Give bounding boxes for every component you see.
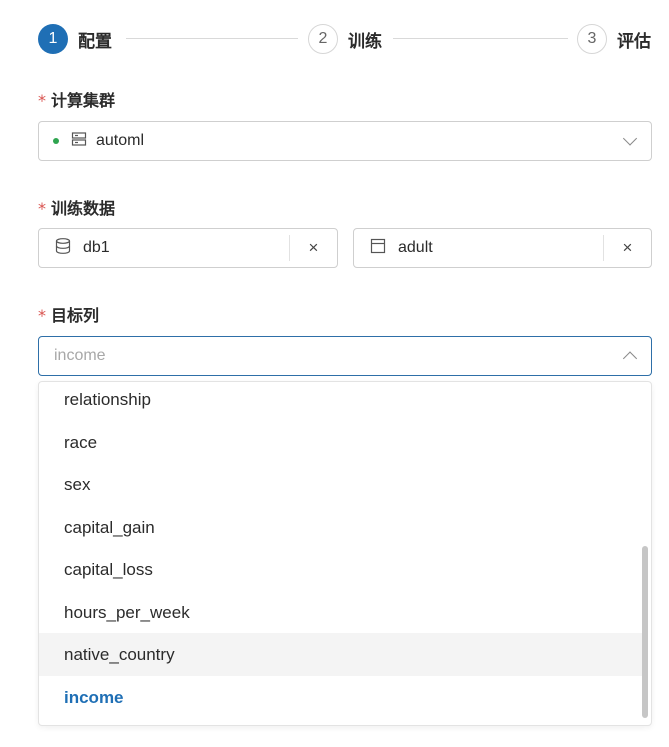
cluster-value: automl [96, 132, 145, 149]
option-sex[interactable]: sex [39, 463, 643, 506]
chevron-down-icon[interactable] [622, 131, 638, 146]
target-label: * 目标列 [38, 302, 99, 326]
option-race[interactable]: race [39, 421, 643, 464]
table-value: adult [398, 239, 433, 256]
server-icon [71, 131, 87, 152]
clear-icon[interactable]: × [289, 235, 337, 261]
option-native-country[interactable]: native_country [39, 633, 643, 676]
step-connector [126, 38, 298, 39]
training-data-label: * 训练数据 [38, 195, 115, 219]
stepper: 1 配置 2 训练 3 评估 [38, 24, 652, 54]
required-mark: * [38, 306, 46, 325]
step-config[interactable]: 1 配置 [38, 24, 112, 54]
target-label-text: 目标列 [51, 306, 100, 325]
clear-icon[interactable]: × [603, 235, 651, 261]
option-income[interactable]: income [39, 676, 643, 719]
database-select[interactable]: db1 × [38, 228, 338, 268]
step-label: 训练 [348, 31, 382, 52]
option-relationship[interactable]: relationship [39, 382, 643, 421]
chevron-up-icon[interactable] [622, 351, 638, 366]
step-evaluate[interactable]: 3 评估 [577, 24, 651, 54]
dropdown-scrollbar[interactable] [642, 546, 648, 718]
required-mark: * [38, 199, 46, 218]
step-connector [393, 38, 568, 39]
option-capital-gain[interactable]: capital_gain [39, 506, 643, 549]
option-capital-loss[interactable]: capital_loss [39, 548, 643, 591]
step-label: 评估 [617, 31, 651, 52]
database-value: db1 [83, 239, 110, 256]
step-number: 2 [308, 24, 338, 54]
step-train[interactable]: 2 训练 [308, 24, 382, 54]
database-icon [54, 237, 72, 260]
cluster-select[interactable]: automl [38, 121, 652, 161]
option-hours-per-week[interactable]: hours_per_week [39, 591, 643, 634]
required-mark: * [38, 91, 46, 110]
step-number: 1 [38, 24, 68, 54]
cluster-label: * 计算集群 [38, 87, 115, 111]
table-icon [370, 238, 386, 259]
status-dot [53, 138, 59, 144]
step-number: 3 [577, 24, 607, 54]
target-placeholder: income [54, 347, 106, 364]
step-label: 配置 [78, 31, 112, 52]
training-data-label-text: 训练数据 [51, 199, 116, 218]
table-select[interactable]: adult × [353, 228, 652, 268]
target-select[interactable]: income [38, 336, 652, 376]
cluster-label-text: 计算集群 [51, 91, 116, 110]
target-dropdown[interactable]: relationship race sex capital_gain capit… [38, 381, 652, 726]
